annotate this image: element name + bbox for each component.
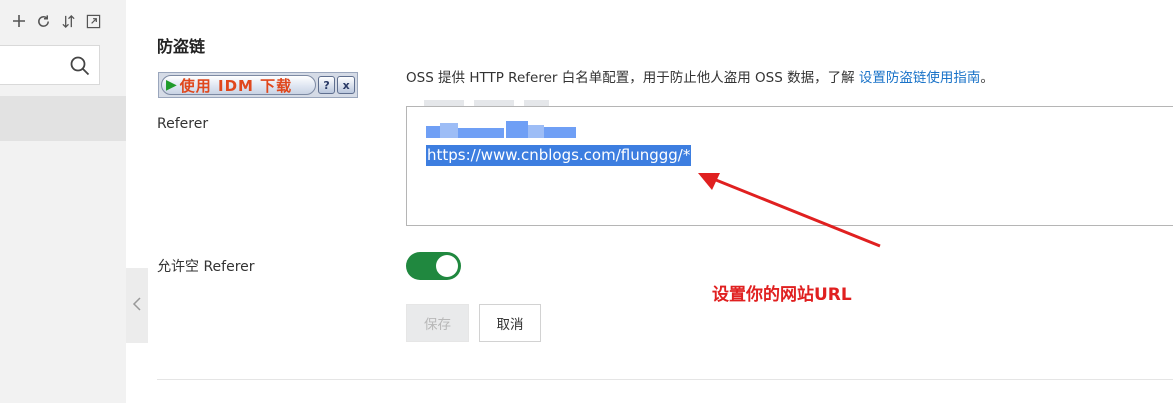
play-icon: ▶ xyxy=(166,77,177,93)
referer-url-line: https://www.cnblogs.com/flunggg/* xyxy=(426,145,692,166)
refresh-icon[interactable] xyxy=(35,13,52,30)
sidebar xyxy=(0,0,126,403)
chevron-left-icon xyxy=(132,296,142,316)
search-icon[interactable] xyxy=(69,55,91,77)
idm-help-button[interactable]: ? xyxy=(317,76,336,94)
description: OSS 提供 HTTP Referer 白名单配置，用于防止他人盗用 OSS 数… xyxy=(406,66,994,86)
search-input[interactable] xyxy=(0,46,74,84)
referer-label: Referer xyxy=(157,116,209,132)
sidebar-collapse-button[interactable] xyxy=(126,268,148,343)
divider xyxy=(157,379,1173,380)
sidebar-selected-item[interactable] xyxy=(0,96,126,141)
idm-download-button[interactable]: ▶ 使用 IDM 下载 xyxy=(161,75,316,95)
annotation-arrow xyxy=(698,173,881,248)
expand-icon[interactable] xyxy=(85,13,102,30)
description-text: OSS 提供 HTTP Referer 白名单配置，用于防止他人盗用 OSS 数… xyxy=(406,70,855,86)
cancel-button[interactable]: 取消 xyxy=(479,304,541,342)
sort-icon[interactable] xyxy=(60,13,77,30)
description-end: 。 xyxy=(980,70,994,86)
save-button[interactable]: 保存 xyxy=(406,304,469,342)
annotation-text: 设置你的网站URL xyxy=(712,285,852,305)
allow-empty-referer-toggle[interactable] xyxy=(406,252,461,280)
sidebar-toolbar xyxy=(10,10,102,32)
toggle-knob xyxy=(436,255,458,277)
idm-download-bar: ▶ 使用 IDM 下载 ? x xyxy=(158,72,358,98)
idm-close-button[interactable]: x xyxy=(337,76,356,94)
section-title: 防盗链 xyxy=(157,37,206,56)
allow-empty-referer-label: 允许空 Referer xyxy=(157,259,255,275)
redacted-referer-line xyxy=(426,119,576,139)
idm-download-label: 使用 IDM 下载 xyxy=(179,76,293,95)
guide-link[interactable]: 设置防盗链使用指南 xyxy=(859,70,981,86)
sidebar-search xyxy=(0,45,100,85)
plus-icon[interactable] xyxy=(10,13,27,30)
